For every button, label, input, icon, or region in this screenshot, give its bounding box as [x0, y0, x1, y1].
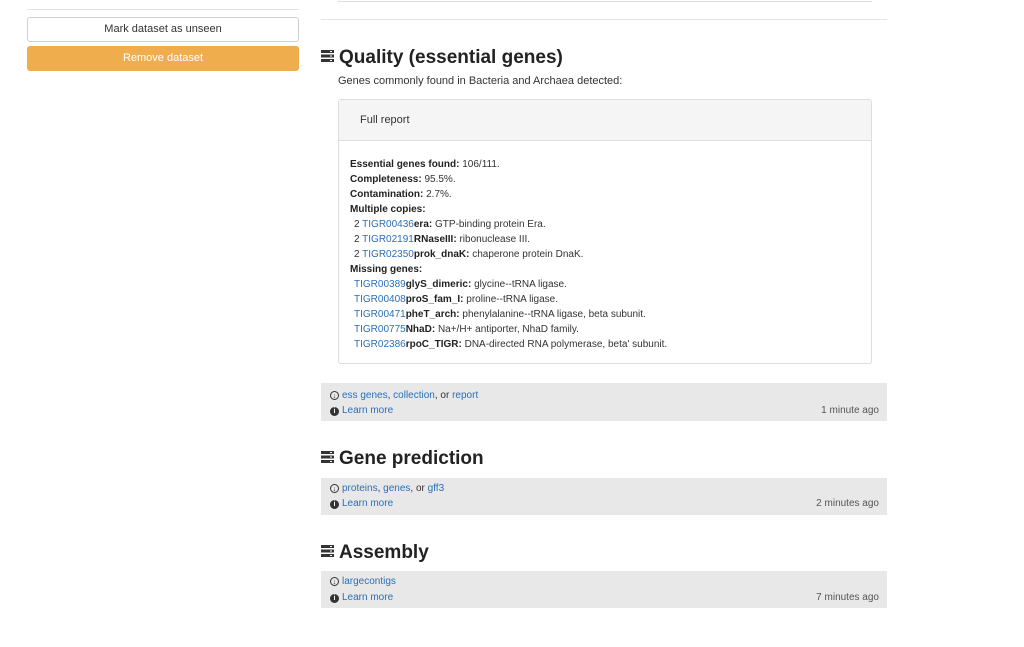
tigrfam-link[interactable]: TIGR02386 — [354, 339, 406, 350]
tigrfam-link[interactable]: TIGR00389 — [354, 279, 406, 290]
learn-more-row: i Learn more — [330, 590, 393, 605]
missing-genes-heading: Missing genes: — [350, 264, 423, 275]
missing-gene-item: TIGR00775NhaD: Na+/H+ antiporter, NhaD f… — [354, 324, 579, 335]
tigrfam-link[interactable]: TIGR00775 — [354, 324, 406, 335]
download-icon: ↓ — [330, 577, 339, 586]
download-gff3-link[interactable]: gff3 — [428, 483, 445, 494]
server-stack-icon — [321, 451, 334, 463]
missing-gene-item: TIGR00408proS_fam_I: proline--tRNA ligas… — [354, 294, 558, 305]
remove-dataset-button[interactable]: Remove dataset — [27, 46, 299, 71]
label: Completeness: — [350, 174, 422, 185]
multiple-copy-item: 2 TIGR02350prok_dnaK: chaperone protein … — [354, 249, 584, 260]
tigrfam-link[interactable]: TIGR00471 — [354, 309, 406, 320]
download-largecontigs-link[interactable]: largecontigs — [342, 576, 396, 587]
download-genes-link[interactable]: genes — [383, 483, 410, 494]
assembly-section-title: Assembly — [321, 542, 429, 564]
server-stack-icon — [321, 50, 334, 62]
tigrfam-link[interactable]: TIGR00408 — [354, 294, 406, 305]
quality-section-title: Quality (essential genes) — [321, 47, 563, 69]
info-icon: i — [330, 407, 339, 416]
missing-gene-item: TIGR00471pheT_arch: phenylalanine--tRNA … — [354, 309, 646, 320]
quality-footer: ↓ ess genes, collection, or report i Learn… — [321, 383, 887, 421]
download-collection-link[interactable]: collection — [393, 390, 435, 401]
info-icon: i — [330, 500, 339, 509]
timestamp: 2 minutes ago — [816, 498, 879, 509]
assembly-footer: ↓ largecontigs i Learn more 7 minutes ago — [321, 571, 887, 608]
tigrfam-link[interactable]: TIGR02350 — [362, 249, 414, 260]
learn-more-link[interactable]: Learn more — [342, 498, 393, 509]
learn-more-link[interactable]: Learn more — [342, 592, 393, 603]
download-ess-genes-link[interactable]: ess genes — [342, 390, 388, 401]
quality-description: Genes commonly found in Bacteria and Arc… — [338, 75, 623, 87]
tigrfam-link[interactable]: TIGR00436 — [362, 219, 414, 230]
timestamp: 1 minute ago — [821, 405, 879, 416]
download-row: ↓ largecontigs — [330, 574, 396, 589]
server-stack-icon — [321, 545, 334, 557]
download-row: ↓ ess genes, collection, or report — [330, 388, 478, 403]
label: Essential genes found: — [350, 159, 460, 170]
info-icon: i — [330, 594, 339, 603]
download-proteins-link[interactable]: proteins — [342, 483, 378, 494]
full-report-header[interactable]: Full report — [339, 100, 871, 141]
sidebar-divider — [27, 9, 299, 10]
learn-more-link[interactable]: Learn more — [342, 405, 393, 416]
gene-prediction-section-title: Gene prediction — [321, 448, 484, 470]
mark-unseen-button[interactable]: Mark dataset as unseen — [27, 17, 299, 42]
value: 2.7%. — [426, 189, 452, 200]
tigrfam-link[interactable]: TIGR02191 — [362, 234, 414, 245]
contamination-line: Contamination: 2.7%. — [350, 187, 667, 202]
gene-prediction-footer: ↓ proteins, genes, or gff3 i Learn more 2 … — [321, 478, 887, 515]
learn-more-row: i Learn more — [330, 403, 393, 418]
essential-genes-line: Essential genes found: 106/111. — [350, 157, 667, 172]
timestamp: 7 minutes ago — [816, 592, 879, 603]
multiple-copies-heading: Multiple copies: — [350, 204, 426, 215]
download-icon: ↓ — [330, 391, 339, 400]
download-row: ↓ proteins, genes, or gff3 — [330, 481, 444, 496]
previous-panel-edge — [338, 0, 872, 2]
multiple-copy-item: 2 TIGR02191RNaseIII: ribonuclease III. — [354, 234, 531, 245]
section-title-text: Quality (essential genes) — [339, 47, 563, 68]
full-report-panel: Full report Essential genes found: 106/1… — [338, 99, 872, 364]
full-report-body: Essential genes found: 106/111. Complete… — [350, 157, 667, 352]
missing-gene-item: TIGR00389glyS_dimeric: glycine--tRNA lig… — [354, 279, 567, 290]
learn-more-row: i Learn more — [330, 496, 393, 511]
section-title-text: Gene prediction — [339, 448, 484, 469]
completeness-line: Completeness: 95.5%. — [350, 172, 667, 187]
multiple-copy-item: 2 TIGR00436era: GTP-binding protein Era. — [354, 219, 546, 230]
section-title-text: Assembly — [339, 542, 429, 563]
download-report-link[interactable]: report — [452, 390, 478, 401]
download-icon: ↓ — [330, 484, 339, 493]
value: 95.5%. — [424, 174, 456, 185]
missing-gene-item: TIGR02386rpoC_TIGR: DNA-directed RNA pol… — [354, 339, 668, 350]
section-divider — [321, 19, 887, 20]
value: 106/111. — [462, 159, 500, 170]
label: Contamination: — [350, 189, 424, 200]
